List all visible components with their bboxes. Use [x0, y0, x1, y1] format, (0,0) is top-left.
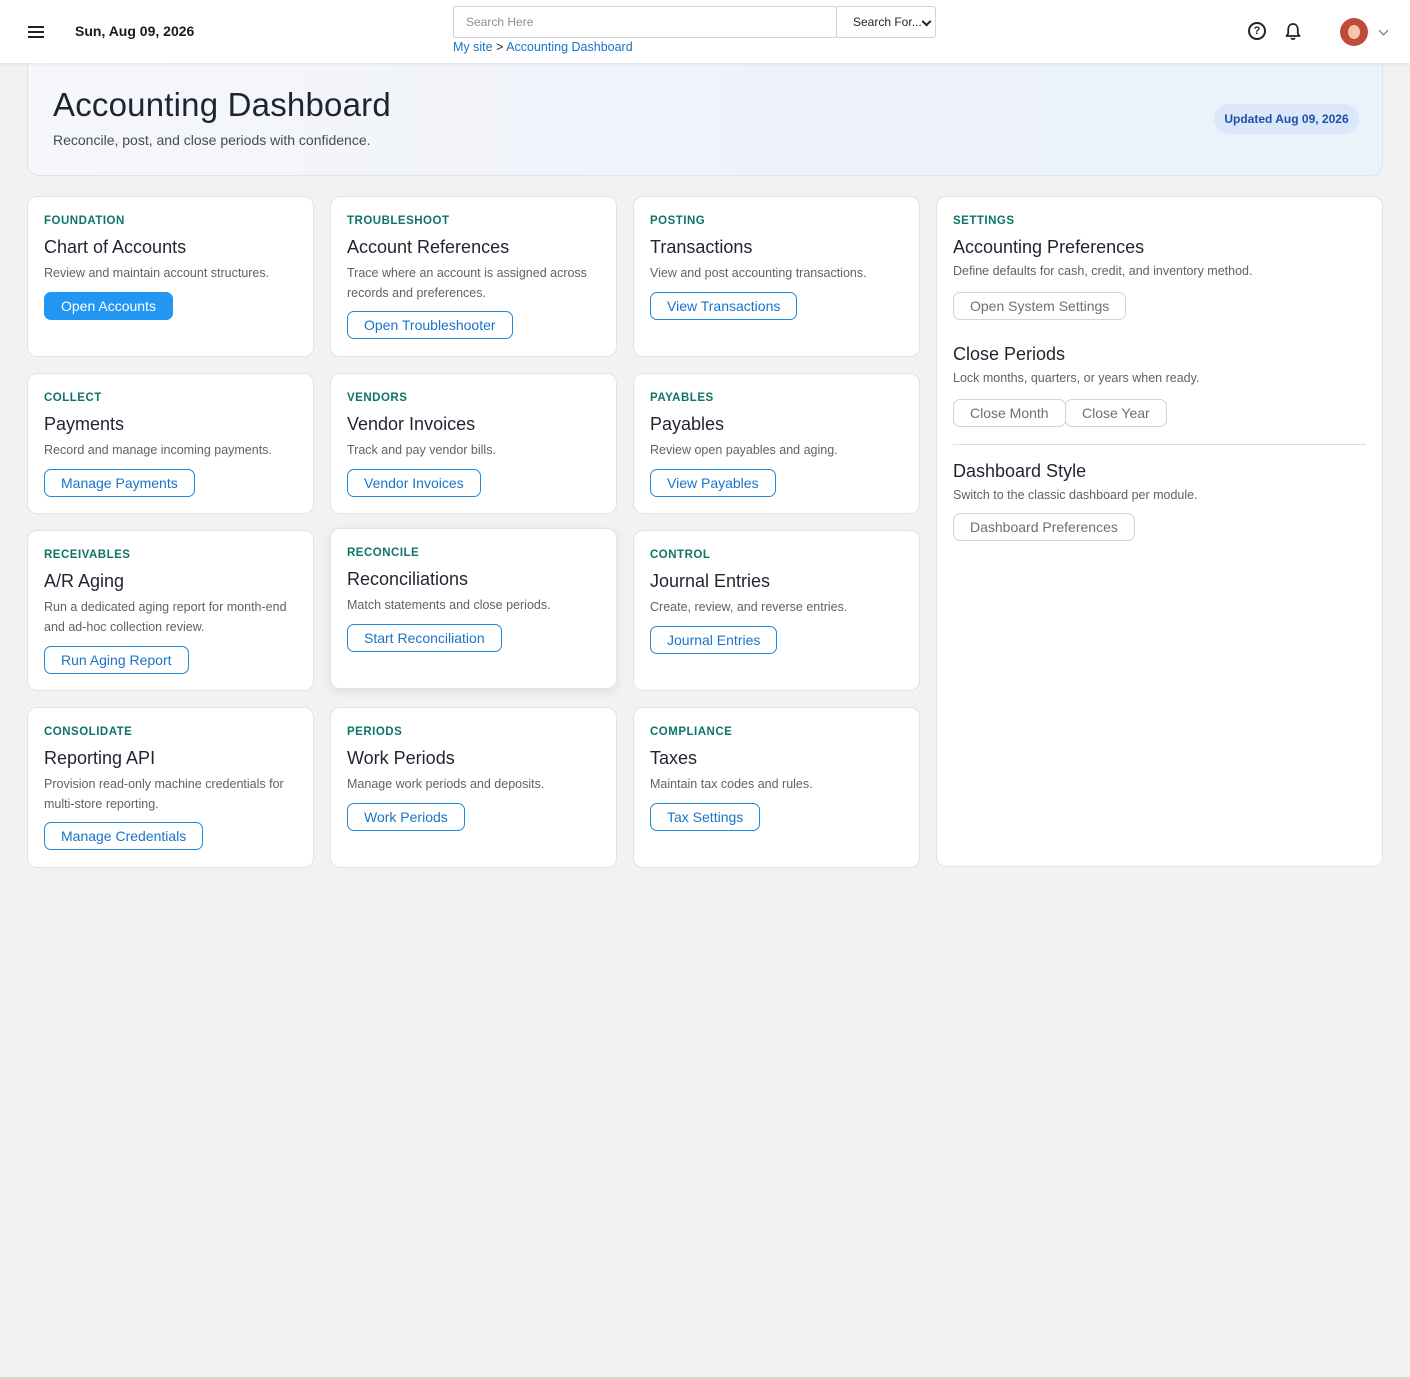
card-title: Account References: [347, 237, 510, 257]
card-description: Review open payables and aging.: [650, 443, 838, 457]
chevron-down-icon: [921, 16, 932, 27]
help-icon[interactable]: ?: [1248, 22, 1266, 40]
accounting-preferences-title: Accounting Preferences: [953, 237, 1145, 257]
chevron-down-icon[interactable]: [1378, 25, 1389, 36]
close-month-button[interactable]: Close Month: [953, 399, 1066, 427]
page-title: Accounting Dashboard: [53, 86, 391, 123]
page-subtitle: Reconcile, post, and close periods with …: [53, 132, 371, 148]
card-eyebrow: POSTING: [650, 215, 706, 227]
accounting-preferences-description: Define defaults for cash, credit, and in…: [953, 264, 1253, 278]
tax-settings-button[interactable]: Tax Settings: [650, 803, 761, 831]
work-periods-button[interactable]: Work Periods: [347, 803, 465, 831]
close-periods-description: Lock months, quarters, or years when rea…: [953, 371, 1200, 385]
card-payables: PAYABLES Payables Review open payables a…: [633, 373, 920, 514]
card-title: Work Periods: [347, 748, 455, 768]
card-description: Create, review, and reverse entries.: [650, 600, 848, 614]
bell-icon[interactable]: [1284, 22, 1302, 41]
run-aging-report-button[interactable]: Run Aging Report: [44, 646, 189, 674]
card-transactions: POSTING Transactions View and post accou…: [633, 196, 920, 357]
card-description: Trace where an account is assigned acros…: [347, 266, 587, 300]
card-title: Taxes: [650, 748, 698, 768]
dashboard-preferences-button[interactable]: Dashboard Preferences: [953, 513, 1135, 541]
page-header: Accounting Dashboard Reconcile, post, an…: [27, 63, 1383, 176]
dashboard-style-description: Switch to the classic dashboard per modu…: [953, 488, 1198, 502]
card-eyebrow: RECEIVABLES: [44, 549, 131, 561]
breadcrumb-separator: >: [496, 40, 504, 54]
search-input[interactable]: [453, 6, 837, 38]
menu-icon[interactable]: [27, 22, 46, 40]
card-eyebrow: FOUNDATION: [44, 215, 125, 227]
start-reconciliation-button[interactable]: Start Reconciliation: [347, 624, 502, 652]
card-description: Record and manage incoming payments.: [44, 443, 272, 457]
card-title: Journal Entries: [650, 571, 771, 591]
card-description: Review and maintain account structures.: [44, 266, 270, 280]
card-title: Payables: [650, 414, 725, 434]
card-description: View and post accounting transactions.: [650, 266, 867, 280]
current-date: Sun, Aug 09, 2026: [75, 23, 195, 39]
dashboard-style-title: Dashboard Style: [953, 461, 1087, 481]
card-description: Manage work periods and deposits.: [347, 777, 545, 791]
card-eyebrow: PAYABLES: [650, 392, 714, 404]
card-description: Track and pay vendor bills.: [347, 443, 496, 457]
divider: [953, 444, 1366, 445]
card-reconciliations: RECONCILE Reconciliations Match statemen…: [330, 528, 617, 689]
card-title: Reporting API: [44, 748, 156, 768]
manage-payments-button[interactable]: Manage Payments: [44, 469, 195, 497]
open-troubleshooter-button[interactable]: Open Troubleshooter: [347, 311, 513, 339]
journal-entries-button[interactable]: Journal Entries: [650, 626, 778, 654]
open-system-settings-button[interactable]: Open System Settings: [953, 292, 1127, 320]
card-eyebrow: COLLECT: [44, 392, 102, 404]
card-payments: COLLECT Payments Record and manage incom…: [27, 373, 314, 514]
card-title: A/R Aging: [44, 571, 125, 591]
card-description: Maintain tax codes and rules.: [650, 777, 813, 791]
card-taxes: COMPLIANCE Taxes Maintain tax codes and …: [633, 707, 920, 868]
card-eyebrow: PERIODS: [347, 726, 403, 738]
settings-eyebrow: SETTINGS: [953, 215, 1015, 227]
view-transactions-button[interactable]: View Transactions: [650, 292, 798, 320]
card-eyebrow: TROUBLESHOOT: [347, 215, 450, 227]
open-accounts-button[interactable]: Open Accounts: [44, 292, 173, 320]
breadcrumb-current-link[interactable]: Accounting Dashboard: [506, 40, 632, 54]
vendor-invoices-button[interactable]: Vendor Invoices: [347, 469, 481, 497]
updated-badge: Updated Aug 09, 2026: [1214, 104, 1359, 134]
card-eyebrow: VENDORS: [347, 392, 408, 404]
card-title: Vendor Invoices: [347, 414, 476, 434]
breadcrumb-home-link[interactable]: My site: [453, 40, 493, 54]
card-reporting-api: CONSOLIDATE Reporting API Provision read…: [27, 707, 314, 868]
card-title: Reconciliations: [347, 569, 469, 589]
card-ar-aging: RECEIVABLES A/R Aging Run a dedicated ag…: [27, 530, 314, 691]
card-journal-entries: CONTROL Journal Entries Create, review, …: [633, 530, 920, 691]
card-eyebrow: RECONCILE: [347, 547, 420, 559]
close-year-button[interactable]: Close Year: [1065, 399, 1167, 427]
avatar[interactable]: [1340, 18, 1368, 46]
manage-credentials-button[interactable]: Manage Credentials: [44, 822, 204, 850]
top-bar: Sun, Aug 09, 2026 Search For... My site …: [0, 0, 1410, 63]
card-account-references: TROUBLESHOOT Account References Trace wh…: [330, 196, 617, 357]
card-description: Run a dedicated aging report for month-e…: [44, 600, 287, 634]
card-eyebrow: CONTROL: [650, 549, 711, 561]
card-description: Provision read-only machine credentials …: [44, 777, 284, 811]
card-title: Transactions: [650, 237, 753, 257]
settings-panel: SETTINGS Accounting Preferences Define d…: [936, 196, 1383, 867]
card-title: Payments: [44, 414, 125, 434]
card-title: Chart of Accounts: [44, 237, 187, 257]
card-chart-of-accounts: FOUNDATION Chart of Accounts Review and …: [27, 196, 314, 357]
card-eyebrow: CONSOLIDATE: [44, 726, 133, 738]
card-work-periods: PERIODS Work Periods Manage work periods…: [330, 707, 617, 868]
card-vendor-invoices: VENDORS Vendor Invoices Track and pay ve…: [330, 373, 617, 514]
breadcrumb: My site > Accounting Dashboard: [453, 40, 633, 54]
search-type-select[interactable]: Search For...: [836, 6, 936, 38]
card-eyebrow: COMPLIANCE: [650, 726, 733, 738]
search-type-value: Search For...: [853, 15, 922, 29]
close-periods-title: Close Periods: [953, 344, 1066, 364]
view-payables-button[interactable]: View Payables: [650, 469, 776, 497]
card-description: Match statements and close periods.: [347, 598, 551, 612]
